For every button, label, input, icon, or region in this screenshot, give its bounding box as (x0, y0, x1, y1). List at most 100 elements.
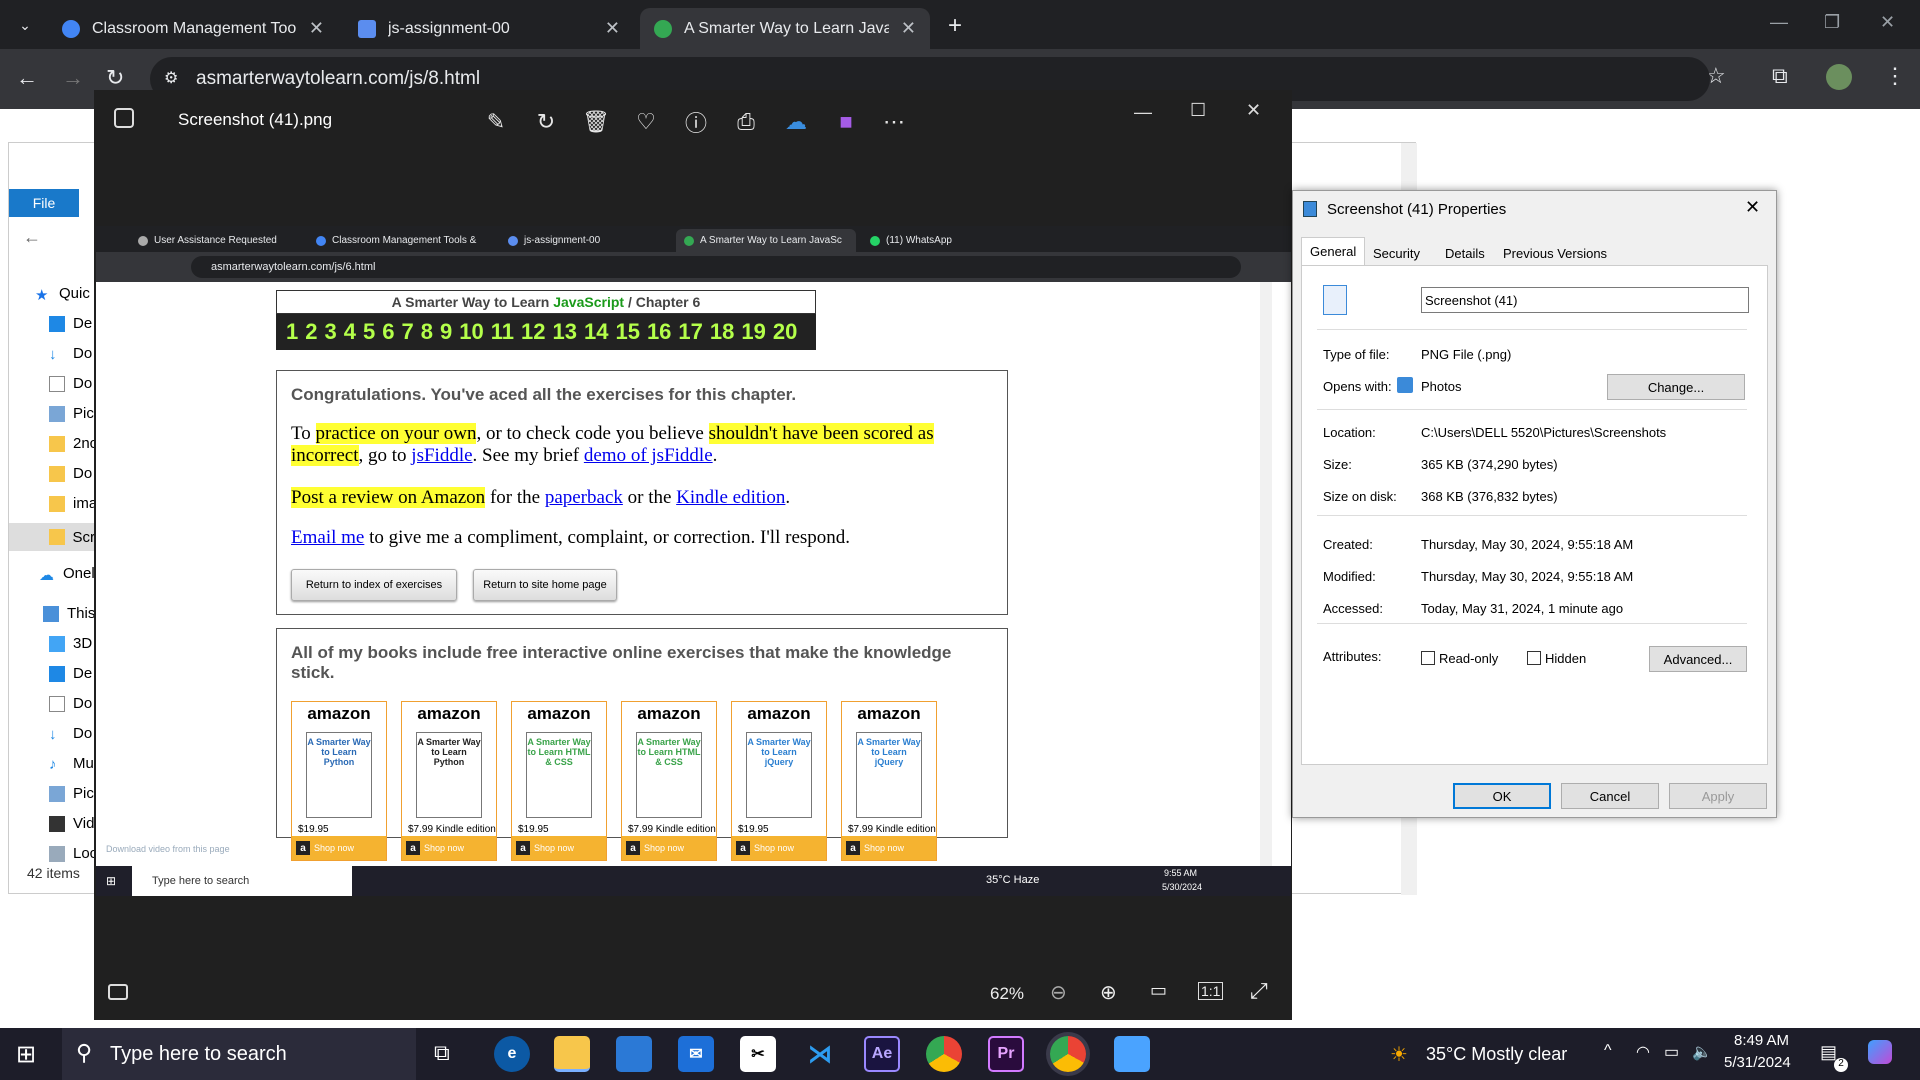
browser-tab-active[interactable]: A Smarter Way to Learn JavaScr ✕ (640, 8, 930, 49)
profile-avatar[interactable] (1826, 64, 1852, 90)
edge-icon[interactable]: e (494, 1036, 530, 1072)
tab-security[interactable]: Security (1365, 241, 1428, 265)
minimize-icon[interactable]: — (1770, 12, 1788, 33)
nav-item[interactable]: Pic (49, 405, 94, 422)
cancel-button[interactable]: Cancel (1561, 783, 1659, 809)
after-effects-icon[interactable]: Ae (864, 1036, 900, 1072)
favorite-heart-icon[interactable]: ♡ (632, 108, 660, 136)
network-icon[interactable]: ◠ (1636, 1042, 1650, 1062)
close-tab-icon[interactable]: ✕ (309, 18, 324, 39)
zoom-in-icon[interactable]: ⊕ (1100, 980, 1117, 1005)
nav-item[interactable]: De (49, 315, 92, 332)
browser-tab[interactable]: js-assignment-00 ✕ (344, 8, 634, 49)
volume-icon[interactable]: 🔈 (1692, 1042, 1712, 1062)
kindle-link[interactable]: Kindle edition (676, 487, 785, 508)
close-icon[interactable]: ✕ (1246, 100, 1261, 121)
close-tab-icon[interactable]: ✕ (901, 18, 916, 39)
battery-icon[interactable]: ▭ (1664, 1042, 1679, 1062)
nav-item[interactable]: Pic (49, 785, 94, 802)
tab-general[interactable]: General (1301, 237, 1366, 265)
browser-tab[interactable]: Classroom Management Tools & ✕ (48, 8, 338, 49)
hidden-checkbox[interactable] (1527, 651, 1541, 665)
tab-previous-versions[interactable]: Previous Versions (1495, 241, 1615, 265)
nav-item[interactable]: This (43, 605, 95, 622)
print-icon[interactable]: ⎙ (732, 108, 760, 136)
nav-item[interactable]: ↓ Do (49, 345, 92, 363)
minimize-icon[interactable]: — (1134, 102, 1152, 123)
capcut-icon[interactable]: ✂ (740, 1036, 776, 1072)
nav-item-selected[interactable]: Scr (9, 523, 95, 551)
readonly-checkbox[interactable] (1421, 651, 1435, 665)
task-view-icon[interactable]: ⧉ (434, 1040, 450, 1066)
file-explorer-icon[interactable] (554, 1036, 590, 1072)
restore-icon[interactable]: ❐ (1824, 12, 1840, 33)
more-options-icon[interactable]: ⋯ (880, 108, 908, 136)
taskbar-search-box[interactable]: ⚲ Type here to search (62, 1028, 416, 1080)
nav-item[interactable]: 3D (49, 635, 92, 652)
apply-button[interactable]: Apply (1669, 783, 1767, 809)
nav-item[interactable]: De (49, 665, 92, 682)
nav-item[interactable]: Vid (49, 815, 94, 832)
edit-image-icon[interactable]: ✎ (482, 108, 510, 136)
back-icon[interactable]: ← (23, 227, 41, 248)
jsfiddle-link[interactable]: jsFiddle (411, 445, 472, 466)
clipchamp-icon[interactable]: ■ (832, 108, 860, 136)
copilot-icon[interactable] (1868, 1040, 1892, 1064)
nav-item[interactable]: ima (49, 495, 97, 512)
return-home-button[interactable]: Return to site home page (473, 569, 617, 601)
extensions-icon[interactable]: ⧉ (1772, 63, 1788, 89)
fullscreen-icon[interactable]: ⤢ (1250, 978, 1268, 1004)
maximize-icon[interactable]: ☐ (1190, 100, 1206, 121)
info-icon[interactable]: ⓘ (682, 108, 710, 136)
close-tab-icon[interactable]: ✕ (605, 18, 620, 39)
actual-size-icon[interactable]: 1:1 (1198, 982, 1224, 1000)
nav-item[interactable]: 2nc (49, 435, 97, 452)
nav-item[interactable]: Do (49, 695, 92, 712)
clock-time[interactable]: 8:49 AM (1734, 1032, 1789, 1049)
back-icon[interactable]: ← (16, 65, 38, 91)
tab-search-icon[interactable]: ⌄ (10, 12, 40, 38)
reload-icon[interactable]: ↻ (106, 65, 124, 91)
jsfiddle-demo-link[interactable]: demo of jsFiddle (584, 445, 713, 466)
nav-item[interactable]: ♪ Mu (49, 755, 94, 773)
microsoft-store-icon[interactable] (616, 1036, 652, 1072)
close-icon[interactable]: ✕ (1745, 197, 1760, 218)
filmstrip-icon[interactable] (108, 984, 128, 1000)
onedrive-icon[interactable]: ☁ (782, 108, 810, 136)
delete-icon[interactable]: 🗑 (582, 108, 610, 136)
ok-button[interactable]: OK (1453, 783, 1551, 809)
gallery-icon[interactable] (114, 108, 134, 128)
close-window-icon[interactable]: ✕ (1880, 12, 1895, 33)
change-button[interactable]: Change... (1607, 374, 1745, 400)
menu-kebab-icon[interactable]: ⋮ (1884, 63, 1906, 89)
nav-item[interactable]: Do (49, 465, 92, 482)
return-index-button[interactable]: Return to index of exercises (291, 569, 457, 601)
nav-item[interactable]: Do (49, 375, 92, 392)
windows-start-icon[interactable]: ⊞ (16, 1040, 36, 1069)
paperback-link[interactable]: paperback (545, 487, 623, 508)
site-info-icon[interactable]: ⚙ (164, 68, 178, 88)
clock-date[interactable]: 5/31/2024 (1724, 1054, 1791, 1071)
chrome-icon[interactable] (926, 1036, 962, 1072)
new-tab-icon[interactable]: + (948, 12, 962, 40)
weather-text[interactable]: 35°C Mostly clear (1426, 1044, 1567, 1065)
zoom-out-icon[interactable]: ⊖ (1050, 980, 1067, 1005)
vscode-icon[interactable]: ⋊ (802, 1036, 838, 1072)
show-hidden-icons-icon[interactable]: ^ (1604, 1042, 1612, 1060)
mail-icon[interactable]: ✉ (678, 1036, 714, 1072)
photos-app-icon[interactable] (1114, 1036, 1150, 1072)
tab-details[interactable]: Details (1437, 241, 1493, 265)
rotate-icon[interactable]: ↻ (532, 108, 560, 136)
nav-item[interactable]: ↓ Do (49, 725, 92, 743)
nav-item[interactable]: ★ Quic (35, 285, 90, 304)
email-link[interactable]: Email me (291, 527, 364, 548)
advanced-button[interactable]: Advanced... (1649, 646, 1747, 672)
premiere-pro-icon[interactable]: Pr (988, 1036, 1024, 1072)
file-menu-tab[interactable]: File (9, 189, 79, 217)
chrome-profile-icon[interactable] (1050, 1036, 1086, 1072)
fit-to-window-icon[interactable]: ▭ (1150, 980, 1167, 1001)
nav-item[interactable]: Loc (49, 845, 97, 862)
nav-item[interactable]: ☁ Onel (39, 565, 95, 584)
forward-icon[interactable]: → (62, 65, 84, 91)
filename-field[interactable] (1421, 287, 1749, 313)
